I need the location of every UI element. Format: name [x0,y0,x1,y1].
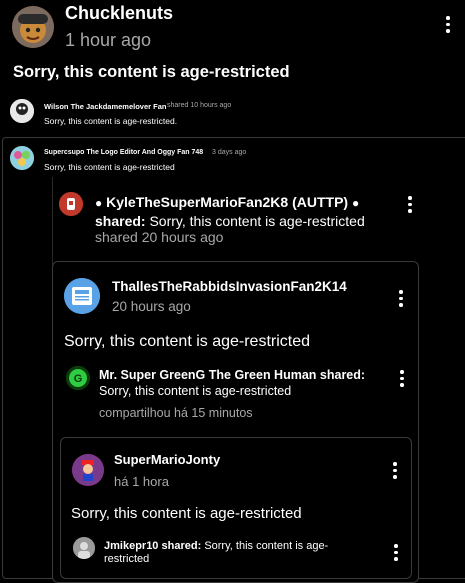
share-line: Jmikepr10 shared: Sorry, this content is… [104,540,364,566]
share-shared-label: shared: [161,540,202,552]
card-author[interactable]: SuperMarioJonty [114,452,220,467]
avatar-image [64,278,100,314]
share-menu-button[interactable] [393,544,399,561]
apple-icon: ● [95,196,103,210]
share-shared-label: shared: [95,213,146,229]
card-time: há 1 hora [114,474,169,489]
post-menu-button[interactable] [445,16,451,33]
comment-author[interactable]: Supercsupo The Logo Editor And Oggy Fan … [44,149,203,156]
post-author[interactable]: Chucklenuts [65,3,173,24]
share-text: Sorry, this content is age-restricted [99,383,292,398]
comment-text: Sorry, this content is age-restricted. [44,116,178,126]
share-menu-button[interactable] [407,196,413,213]
avatar-image: G [66,366,90,390]
avatar-supercsupo[interactable] [10,146,34,170]
share-line: ● KyleTheSuperMarioFan2K8 (AUTTP) ● shar… [95,193,415,230]
share-text-cont: restricted [104,553,150,565]
comment-text: Sorry, this content is age-restricted [44,162,175,172]
card-author[interactable]: ThallesTheRabbidsInvasionFan2K14 [112,279,347,294]
avatar-chucklenuts[interactable] [12,6,54,48]
comment-meta: shared 10 hours ago [167,102,232,109]
share-shared-label: shared: [319,368,366,382]
avatar-image [72,454,104,486]
avatar-image [10,99,34,123]
card-time: 20 hours ago [112,299,191,314]
avatar-wilson[interactable] [10,99,34,123]
card-text: Sorry, this content is age-restricted [71,505,302,522]
card-menu-button[interactable] [392,462,398,479]
share-time: compartilhou há 15 minutos [99,406,253,420]
avatar-supermariojonty[interactable] [72,454,104,486]
share-time: shared 20 hours ago [95,229,224,245]
share-line: Mr. Super GreenG The Green Human shared:… [99,368,389,399]
avatar-jmikepr10[interactable] [73,537,95,559]
avatar-thalles[interactable] [64,278,100,314]
post-text: Sorry, this content is age-restricted [13,63,290,81]
share-menu-button[interactable] [399,370,405,387]
share-author[interactable]: KyleTheSuperMarioFan2K8 (AUTTP) [106,194,348,210]
avatar-greeng[interactable]: G [66,366,90,390]
comment-meta: 3 days ago [212,149,247,156]
share-text: Sorry, this content is age- [204,540,329,552]
avatar-image [10,146,34,170]
svg-text:G: G [74,373,83,385]
avatar-image [12,6,54,48]
card-menu-button[interactable] [398,290,404,307]
share-author[interactable]: Jmikepr10 [104,540,158,552]
apple-icon: ● [351,196,360,210]
post-time: 1 hour ago [65,30,152,50]
card-text: Sorry, this content is age-restricted [64,333,311,350]
share-author[interactable]: Mr. Super GreenG The Green Human [99,368,316,382]
avatar-image [59,192,83,216]
share-text: Sorry, this content is age-restricted [149,213,365,229]
avatar-image [73,537,95,559]
avatar-kyle[interactable] [59,192,83,216]
comment-author[interactable]: Wilson The Jackdamemelover Fan [44,102,166,111]
